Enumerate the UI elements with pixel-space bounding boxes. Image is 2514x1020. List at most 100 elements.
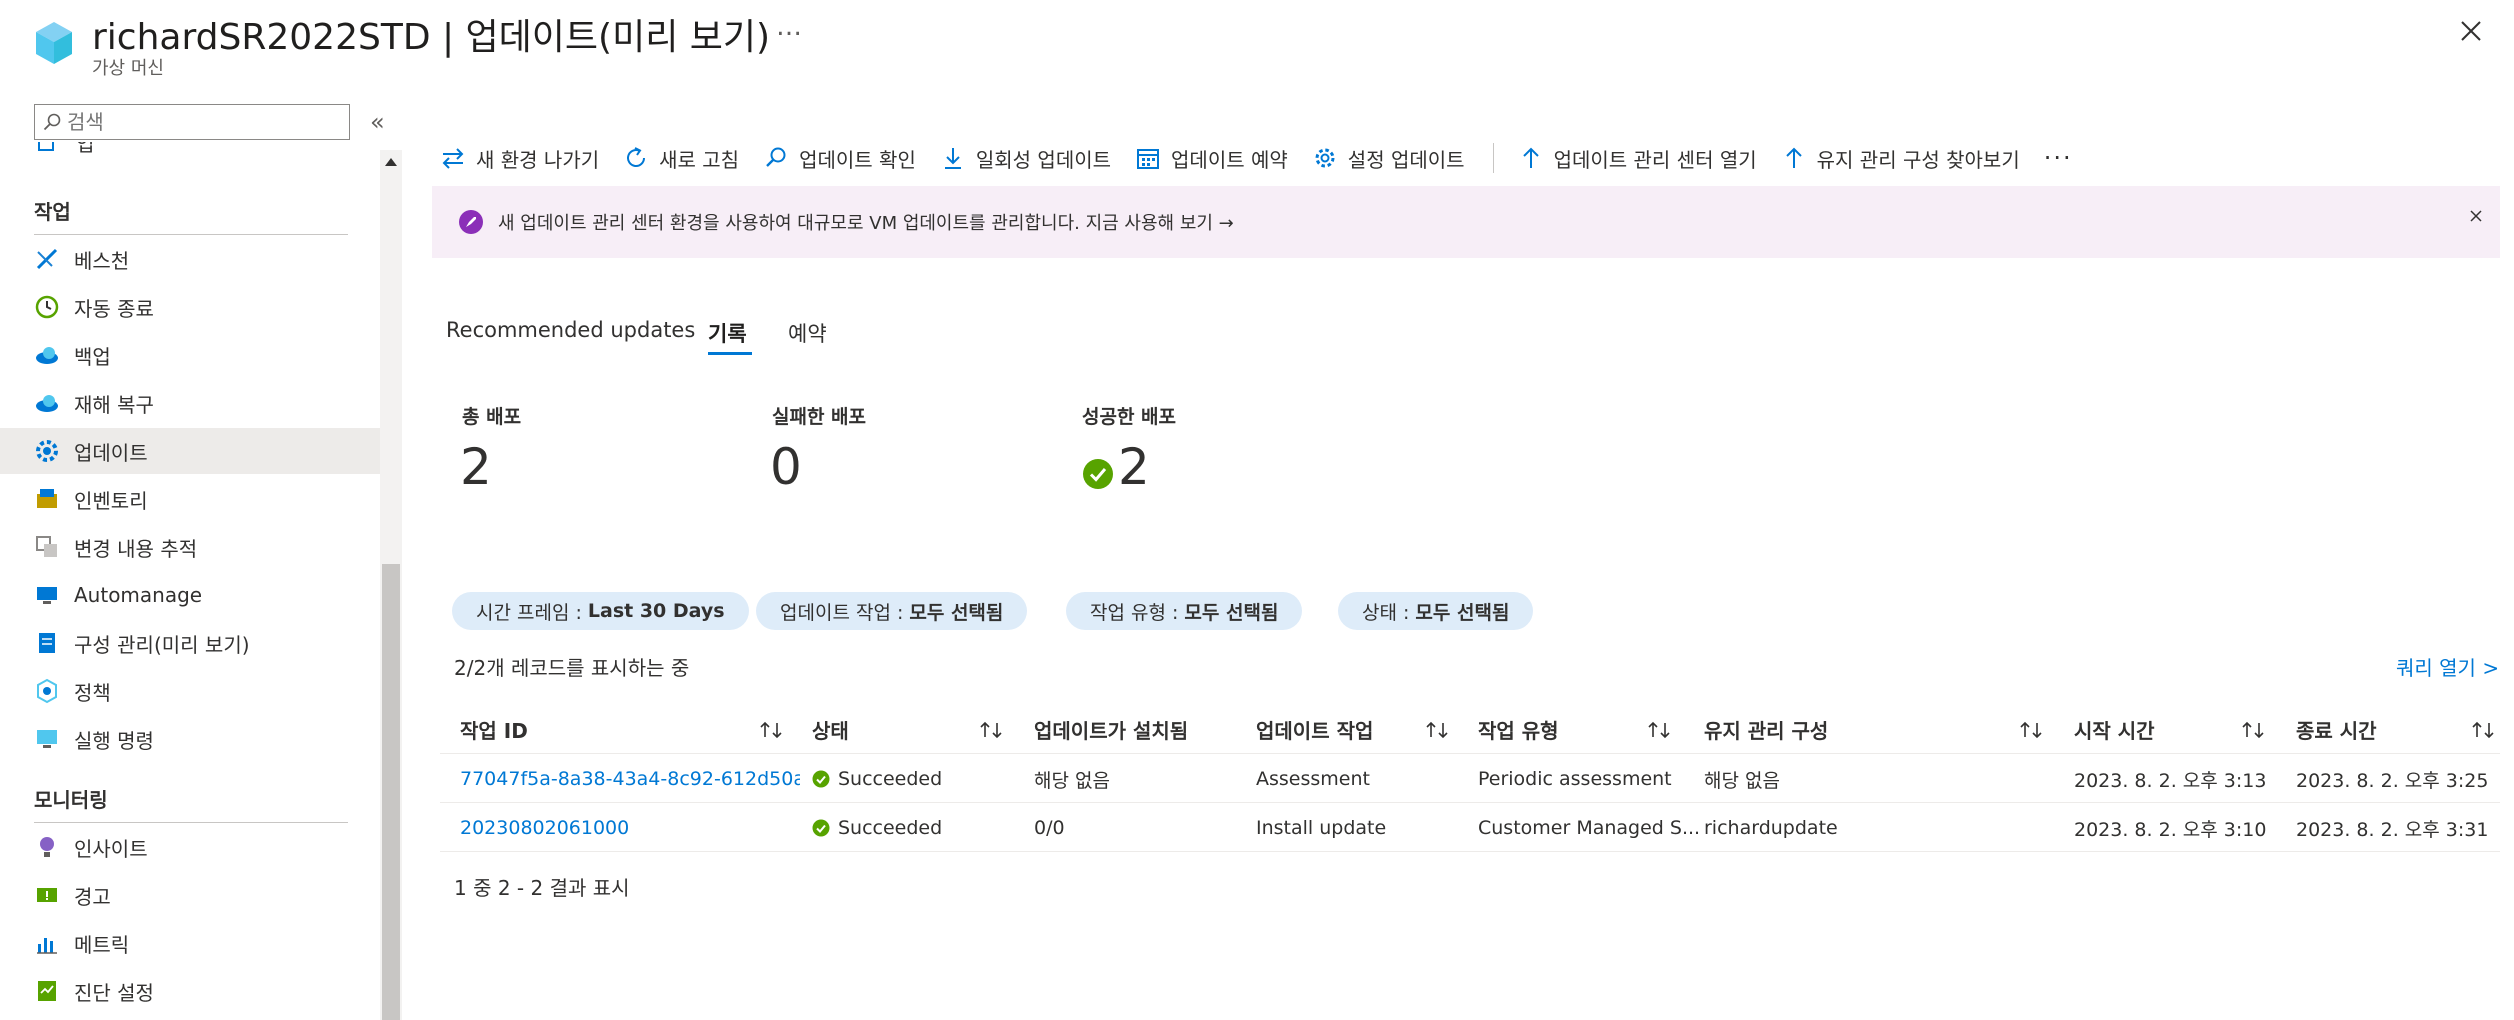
menu-item-insights[interactable]: 인사이트 bbox=[0, 824, 380, 870]
page-subtitle: 가상 머신 bbox=[92, 58, 164, 79]
active-tab-indicator bbox=[708, 352, 752, 355]
clock-icon bbox=[35, 295, 59, 319]
table-row[interactable]: 20230802061000 Succeeded 0/0 Install upd… bbox=[440, 804, 2500, 852]
menu-search-input[interactable] bbox=[67, 110, 337, 134]
menu-item-label: 실행 명령 bbox=[74, 728, 154, 753]
sort-icon[interactable] bbox=[2240, 720, 2266, 740]
button-label: 일회성 업데이트 bbox=[975, 147, 1112, 172]
menu-item-bastion[interactable]: 베스천 bbox=[0, 236, 380, 282]
collapse-menu-button[interactable]: « bbox=[370, 108, 385, 136]
operation-id-link[interactable]: 20230802061000 bbox=[460, 804, 800, 852]
menu-item-inventory[interactable]: 인벤토리 bbox=[0, 476, 380, 522]
close-icon[interactable] bbox=[2468, 208, 2484, 224]
page-title: richardSR2022STD | 업데이트(미리 보기) bbox=[92, 17, 771, 58]
menu-item-policy[interactable]: 정책 bbox=[0, 668, 380, 714]
status-cell: Succeeded bbox=[812, 755, 942, 803]
menu-item-label: 베스천 bbox=[74, 248, 130, 273]
close-icon[interactable] bbox=[2454, 14, 2488, 48]
resource-menu: « 업 작업 베스천 자동 종료 백업 재해 복구 업데이트 인벤토리 변경 내… bbox=[0, 90, 402, 1020]
button-label: 설정 업데이트 bbox=[1347, 147, 1465, 172]
toolbar-more-button[interactable]: ··· bbox=[2044, 144, 2073, 172]
update-operation-cell: Install update bbox=[1256, 817, 1387, 839]
bastion-icon bbox=[36, 248, 58, 270]
scroll-up-icon[interactable] bbox=[384, 156, 398, 168]
table-row[interactable]: 77047f5a-8a38-43a4-8c92-612d50a0... Succ… bbox=[440, 755, 2500, 803]
sort-icon[interactable] bbox=[2018, 720, 2044, 740]
button-label: 업데이트 확인 bbox=[799, 147, 916, 172]
column-header-operation-type[interactable]: 작업 유형 bbox=[1478, 704, 1559, 754]
tab-schedule[interactable]: 예약 bbox=[788, 318, 827, 348]
sort-icon[interactable] bbox=[758, 720, 784, 740]
menu-search-box[interactable] bbox=[34, 104, 350, 140]
button-label: 업데이트 예약 bbox=[1171, 147, 1288, 172]
banner-message[interactable]: 새 업데이트 관리 센터 환경을 사용하여 대규모로 VM 업데이트를 관리합니… bbox=[498, 209, 1234, 235]
refresh-button[interactable]: 새로 고침 bbox=[623, 144, 739, 173]
filter-update-operation[interactable]: 업데이트 작업 : 모두 선택됨 bbox=[756, 592, 1028, 630]
calendar-icon bbox=[1137, 149, 1160, 169]
button-label: 업데이트 관리 센터 열기 bbox=[1553, 147, 1757, 172]
menu-item-backup[interactable]: 백업 bbox=[0, 332, 380, 378]
menu-item-automanage[interactable]: Automanage bbox=[0, 572, 380, 618]
start-time-cell: 2023. 8. 2. 오후 3:13 bbox=[2074, 769, 2267, 792]
menu-item-disaster-recovery[interactable]: 재해 복구 bbox=[0, 380, 380, 426]
sort-icon[interactable] bbox=[1646, 720, 1672, 740]
menu-item-run-command[interactable]: 실행 명령 bbox=[0, 716, 380, 762]
switch-arrows-icon bbox=[442, 148, 464, 169]
column-header-update-operation[interactable]: 업데이트 작업 bbox=[1256, 704, 1373, 754]
filter-status[interactable]: 상태 : 모두 선택됨 bbox=[1338, 592, 1534, 630]
menu-item-auto-shutdown[interactable]: 자동 종료 bbox=[0, 284, 380, 330]
menu-item-label: 인벤토리 bbox=[74, 488, 148, 513]
download-icon bbox=[944, 148, 961, 169]
menu-item-configuration-management[interactable]: 구성 관리(미리 보기) bbox=[0, 620, 380, 666]
backup-cloud-icon bbox=[36, 347, 58, 364]
sort-icon[interactable] bbox=[978, 720, 1004, 740]
arrow-up-icon bbox=[1785, 147, 1802, 168]
filter-time-frame[interactable]: 시간 프레임 : Last 30 Days bbox=[452, 592, 749, 630]
column-header-start-time[interactable]: 시작 시간 bbox=[2074, 704, 2155, 754]
menu-item-alerts[interactable]: 경고 bbox=[0, 872, 380, 918]
button-label: 유지 관리 구성 찾아보기 bbox=[1816, 147, 2020, 172]
success-check-icon bbox=[812, 770, 830, 788]
stat-succeeded-label: 성공한 배포 bbox=[1082, 406, 1177, 428]
menu-item-metrics[interactable]: 메트릭 bbox=[0, 920, 380, 966]
sort-icon[interactable] bbox=[1424, 720, 1450, 740]
menu-scrollbar-thumb[interactable] bbox=[382, 564, 400, 1020]
sort-icon[interactable] bbox=[2470, 720, 2496, 740]
automanage-icon bbox=[37, 587, 57, 604]
filter-value: 모두 선택됨 bbox=[1184, 601, 1279, 624]
stat-total-value: 2 bbox=[460, 438, 492, 496]
operation-type-cell: Periodic assessment bbox=[1478, 768, 1672, 790]
toolbar-separator bbox=[1492, 143, 1494, 173]
tab-history[interactable]: 기록 bbox=[708, 318, 747, 348]
schedule-updates-button[interactable]: 업데이트 예약 bbox=[1135, 144, 1288, 173]
menu-item-label: 업데이트 bbox=[74, 440, 148, 465]
column-header-operation-id[interactable]: 작업 ID bbox=[460, 704, 528, 754]
virtual-machine-icon bbox=[36, 22, 72, 64]
gear-icon bbox=[36, 440, 58, 462]
more-options-button[interactable]: … bbox=[776, 12, 804, 42]
stat-failed-label: 실패한 배포 bbox=[772, 406, 867, 428]
switch-experience-button[interactable]: 새 환경 나가기 bbox=[440, 144, 599, 173]
check-for-updates-button[interactable]: 업데이트 확인 bbox=[763, 144, 916, 173]
column-header-end-time[interactable]: 종료 시간 bbox=[2296, 704, 2377, 754]
open-query-link[interactable]: 쿼리 열기 > bbox=[2396, 652, 2499, 681]
run-command-icon bbox=[37, 730, 57, 748]
tab-recommended-updates[interactable]: Recommended updates bbox=[446, 318, 695, 342]
column-header-maintenance-config[interactable]: 유지 관리 구성 bbox=[1704, 704, 1828, 754]
operation-id-link[interactable]: 77047f5a-8a38-43a4-8c92-612d50a0... bbox=[460, 755, 800, 803]
one-time-update-button[interactable]: 일회성 업데이트 bbox=[940, 144, 1111, 173]
menu-item-diagnostic-settings[interactable]: 진단 설정 bbox=[0, 968, 380, 1014]
update-settings-button[interactable]: 설정 업데이트 bbox=[1312, 144, 1465, 173]
column-header-status[interactable]: 상태 bbox=[812, 704, 849, 754]
menu-item-updates[interactable]: 업데이트 bbox=[0, 428, 380, 474]
info-banner: 새 업데이트 관리 센터 환경을 사용하여 대규모로 VM 업데이트를 관리합니… bbox=[432, 186, 2500, 258]
partial-menu-item[interactable]: 업 bbox=[34, 142, 374, 158]
filter-operation-type[interactable]: 작업 유형 : 모두 선택됨 bbox=[1066, 592, 1303, 630]
metrics-icon bbox=[37, 938, 57, 954]
filter-label: 시간 프레임 : bbox=[476, 601, 582, 624]
browse-maintenance-config-button[interactable]: 유지 관리 구성 찾아보기 bbox=[1781, 144, 2020, 173]
column-header-updates-installed[interactable]: 업데이트가 설치됨 bbox=[1034, 704, 1188, 754]
command-bar: 새 환경 나가기 새로 고침 업데이트 확인 일회성 업데이트 업데이트 예약 … bbox=[440, 138, 2073, 178]
menu-item-change-tracking[interactable]: 변경 내용 추적 bbox=[0, 524, 380, 570]
open-update-center-button[interactable]: 업데이트 관리 센터 열기 bbox=[1518, 144, 1757, 173]
